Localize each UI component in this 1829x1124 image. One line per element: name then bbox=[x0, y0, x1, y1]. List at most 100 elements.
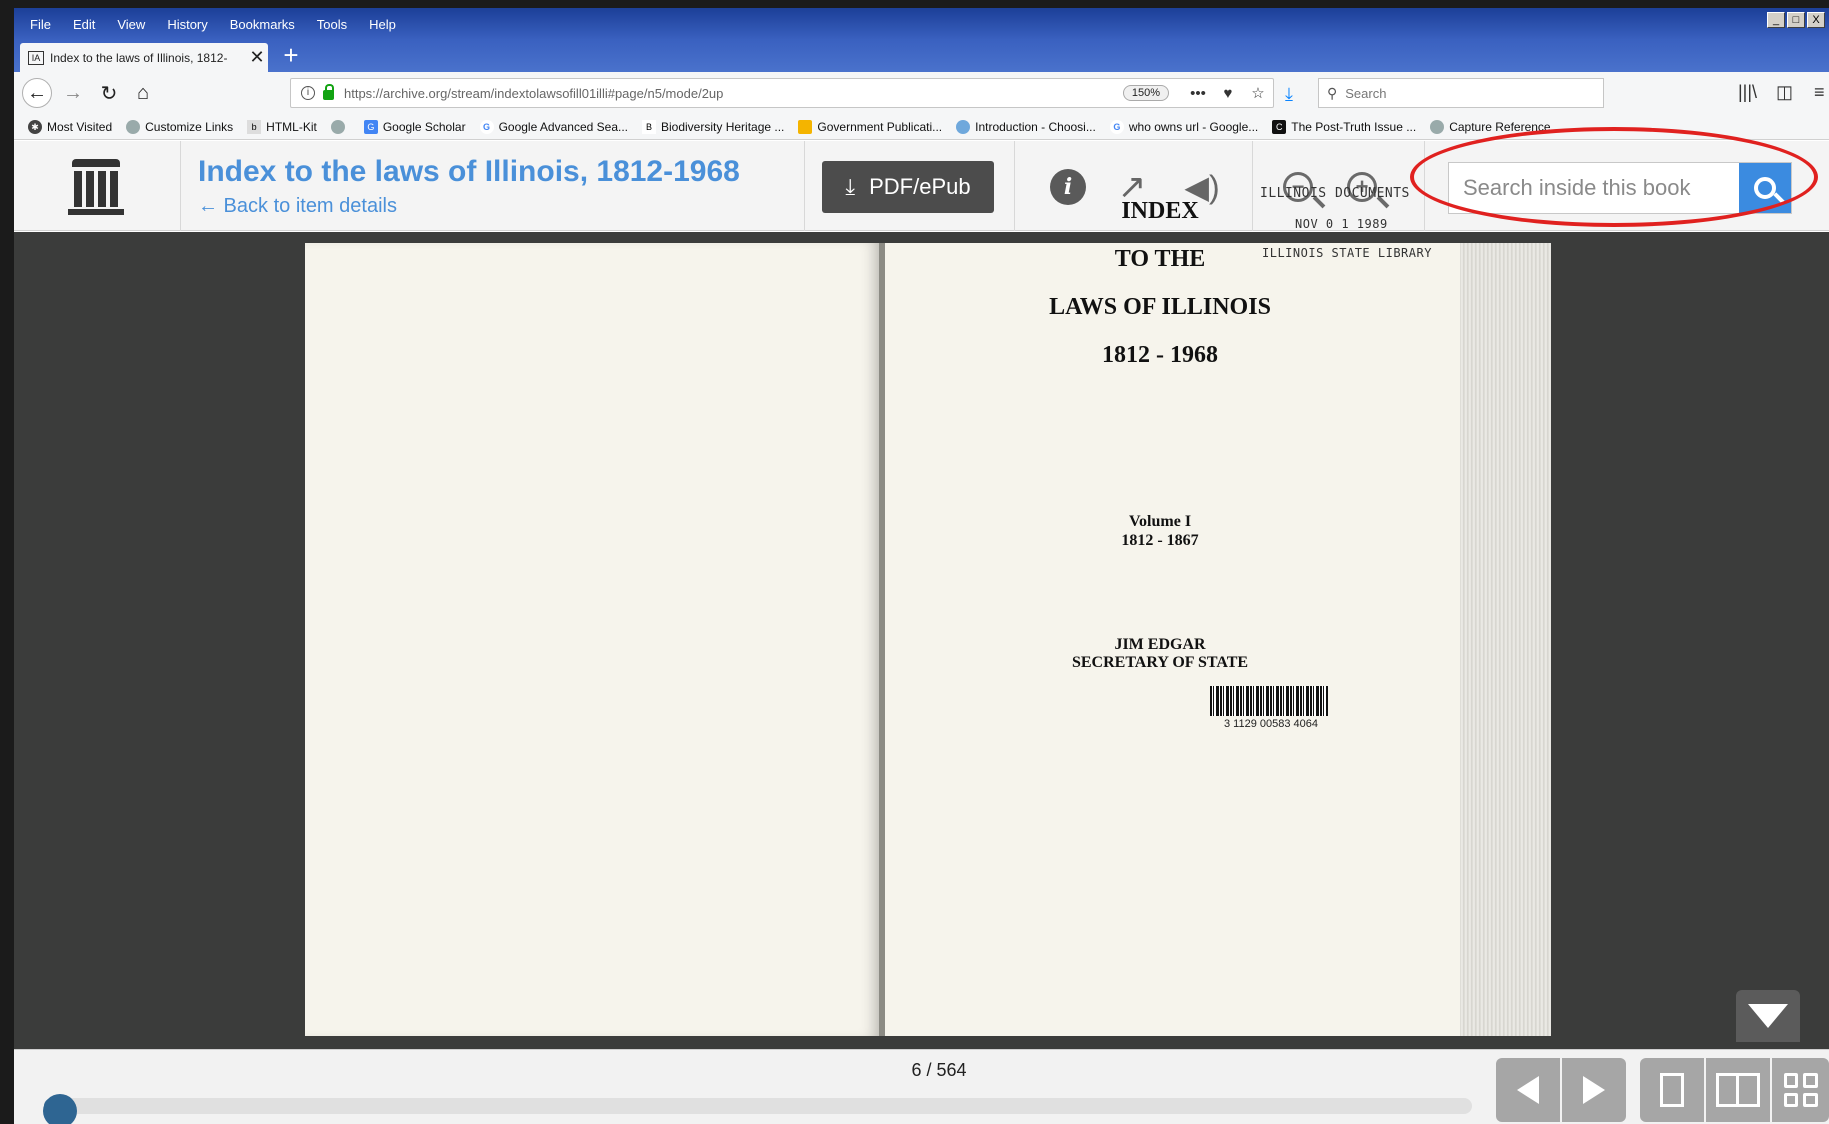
html-kit-icon: b bbox=[247, 119, 262, 134]
globe-icon bbox=[330, 119, 345, 134]
bookmark-government-publications[interactable]: Government Publicati... bbox=[798, 119, 942, 134]
maximize-button[interactable]: □ bbox=[1787, 12, 1805, 28]
home-button[interactable]: ⌂ bbox=[128, 78, 158, 108]
arrow-left-icon: ← bbox=[27, 81, 47, 104]
one-page-view-button[interactable] bbox=[1640, 1058, 1704, 1122]
book-title-line-1: INDEX bbox=[1121, 198, 1199, 224]
bookmark-customize-links[interactable]: Customize Links bbox=[126, 119, 234, 134]
tab-active[interactable]: IA Index to the laws of Illinois, 1812- … bbox=[20, 43, 268, 72]
info-icon[interactable]: i bbox=[301, 86, 315, 100]
url-text[interactable]: https://archive.org/stream/indextolawsof… bbox=[344, 86, 1123, 101]
pdf-epub-button[interactable]: ⤓ PDF/ePub bbox=[822, 161, 994, 213]
bookmark-label: Introduction - Choosi... bbox=[975, 119, 1096, 134]
url-bar[interactable]: i https://archive.org/stream/indextolaws… bbox=[290, 78, 1274, 108]
site-c-icon: C bbox=[1272, 119, 1287, 134]
search-icon bbox=[1754, 177, 1776, 199]
left-page[interactable] bbox=[305, 243, 879, 1036]
globe-icon bbox=[126, 119, 141, 134]
library-stamp-date: NOV 0 1 1989 bbox=[1295, 217, 1388, 231]
toggle-toolbar-button[interactable] bbox=[1736, 990, 1800, 1042]
hamburger-menu-icon[interactable]: ≡ bbox=[1814, 82, 1825, 103]
divider bbox=[1424, 141, 1425, 231]
download-icon[interactable]: ⤓ bbox=[1285, 84, 1293, 105]
menu-history[interactable]: History bbox=[161, 17, 213, 32]
forward-button[interactable]: → bbox=[58, 78, 88, 108]
archive-favicon-icon: IA bbox=[28, 50, 44, 65]
search-button[interactable] bbox=[1739, 163, 1791, 213]
bookmark-most-visited[interactable]: ✱ Most Visited bbox=[28, 119, 112, 134]
sidebar-icon[interactable]: ◫ bbox=[1776, 82, 1793, 103]
page-scrubber-handle[interactable] bbox=[43, 1094, 77, 1124]
bookmark-globe[interactable] bbox=[330, 119, 350, 134]
globe-icon bbox=[1430, 119, 1445, 134]
menu-help[interactable]: Help bbox=[363, 17, 402, 32]
triangle-right-icon bbox=[1583, 1076, 1605, 1104]
divider bbox=[804, 141, 805, 231]
menu-file[interactable]: File bbox=[24, 17, 57, 32]
nav-toolbar: ← → ↻ ⌂ i https://archive.org/stream/ind… bbox=[14, 72, 1829, 114]
pdf-epub-label: PDF/ePub bbox=[869, 174, 971, 199]
bookmark-label: HTML-Kit bbox=[266, 119, 317, 134]
search-icon: ⚲ bbox=[1327, 84, 1338, 101]
browser-window: File Edit View History Bookmarks Tools H… bbox=[0, 0, 1829, 1124]
search-inside-book-input[interactable] bbox=[1449, 163, 1741, 213]
star-icon[interactable]: ☆ bbox=[1243, 84, 1273, 102]
bookmark-html-kit[interactable]: b HTML-Kit bbox=[247, 119, 317, 134]
close-tab-icon[interactable]: ✕ bbox=[246, 47, 268, 68]
bookmark-post-truth[interactable]: C The Post-Truth Issue ... bbox=[1272, 119, 1417, 134]
pocket-icon[interactable]: ♥ bbox=[1213, 85, 1243, 102]
thumbnail-view-button[interactable] bbox=[1772, 1058, 1829, 1122]
bookmark-google-scholar[interactable]: G Google Scholar bbox=[363, 119, 466, 134]
home-icon: ⌂ bbox=[136, 81, 150, 104]
menu-tools[interactable]: Tools bbox=[311, 17, 353, 32]
book-volume-years: 1812 - 1867 bbox=[1121, 532, 1199, 549]
page-indicator: 6 / 564 bbox=[911, 1060, 967, 1080]
two-page-view-button[interactable] bbox=[1706, 1058, 1770, 1122]
bookmark-biodiversity[interactable]: B Biodiversity Heritage ... bbox=[642, 119, 785, 134]
library-icon[interactable]: |||\ bbox=[1738, 82, 1757, 103]
google-icon: G bbox=[479, 119, 494, 134]
grid-icon bbox=[1783, 1073, 1818, 1107]
minimize-button[interactable]: _ bbox=[1767, 12, 1785, 28]
bookmark-label: Google Scholar bbox=[382, 119, 466, 134]
bookmark-label: The Post-Truth Issue ... bbox=[1291, 119, 1417, 134]
zoom-badge[interactable]: 150% bbox=[1122, 85, 1169, 101]
bookmark-label: Customize Links bbox=[145, 119, 234, 134]
arrow-right-icon: → bbox=[63, 81, 83, 104]
book-title[interactable]: Index to the laws of Illinois, 1812-1968 bbox=[198, 155, 740, 189]
book-author: JIM EDGAR bbox=[1114, 636, 1206, 653]
cloud-icon bbox=[956, 119, 971, 134]
menu-bar: File Edit View History Bookmarks Tools H… bbox=[14, 8, 1829, 40]
single-page-icon bbox=[1660, 1073, 1684, 1107]
divider bbox=[180, 141, 181, 231]
bookmark-google-advanced-search[interactable]: G Google Advanced Sea... bbox=[479, 119, 628, 134]
back-button[interactable]: ← bbox=[22, 78, 52, 108]
menu-view[interactable]: View bbox=[111, 17, 151, 32]
browser-search-bar[interactable]: ⚲ Search bbox=[1318, 78, 1604, 108]
bookmark-introduction[interactable]: Introduction - Choosi... bbox=[956, 119, 1096, 134]
drive-icon bbox=[798, 119, 813, 134]
bookmark-label: Biodiversity Heritage ... bbox=[661, 119, 785, 134]
next-page-button[interactable] bbox=[1562, 1058, 1626, 1122]
back-to-item-link[interactable]: ← Back to item details bbox=[198, 195, 397, 218]
two-page-icon bbox=[1716, 1073, 1760, 1107]
google-scholar-icon: G bbox=[363, 119, 378, 134]
bookmark-label: Google Advanced Sea... bbox=[498, 119, 628, 134]
menu-bookmarks[interactable]: Bookmarks bbox=[224, 17, 301, 32]
menu-edit[interactable]: Edit bbox=[67, 17, 101, 32]
page-scrubber-track[interactable] bbox=[44, 1098, 1472, 1114]
reload-icon: ↻ bbox=[100, 82, 118, 105]
book-title-years: 1812 - 1968 bbox=[1102, 342, 1218, 368]
page-actions-icon[interactable]: ••• bbox=[1183, 85, 1213, 102]
previous-page-button[interactable] bbox=[1496, 1058, 1560, 1122]
new-tab-button[interactable]: + bbox=[277, 42, 305, 69]
google-icon: G bbox=[1109, 119, 1124, 134]
reload-button[interactable]: ↻ bbox=[94, 78, 124, 108]
bookmarks-toolbar: ✱ Most Visited Customize Links b HTML-Kit … bbox=[14, 114, 1829, 140]
internet-archive-logo-icon[interactable] bbox=[68, 159, 124, 217]
bookmark-who-owns-url[interactable]: Gwho owns url - Google... bbox=[1109, 119, 1258, 134]
triangle-left-icon bbox=[1517, 1076, 1539, 1104]
book-author-title: SECRETARY OF STATE bbox=[1071, 654, 1249, 671]
close-window-button[interactable]: X bbox=[1807, 12, 1825, 28]
bookmark-capture-reference[interactable]: Capture Reference bbox=[1430, 119, 1551, 134]
